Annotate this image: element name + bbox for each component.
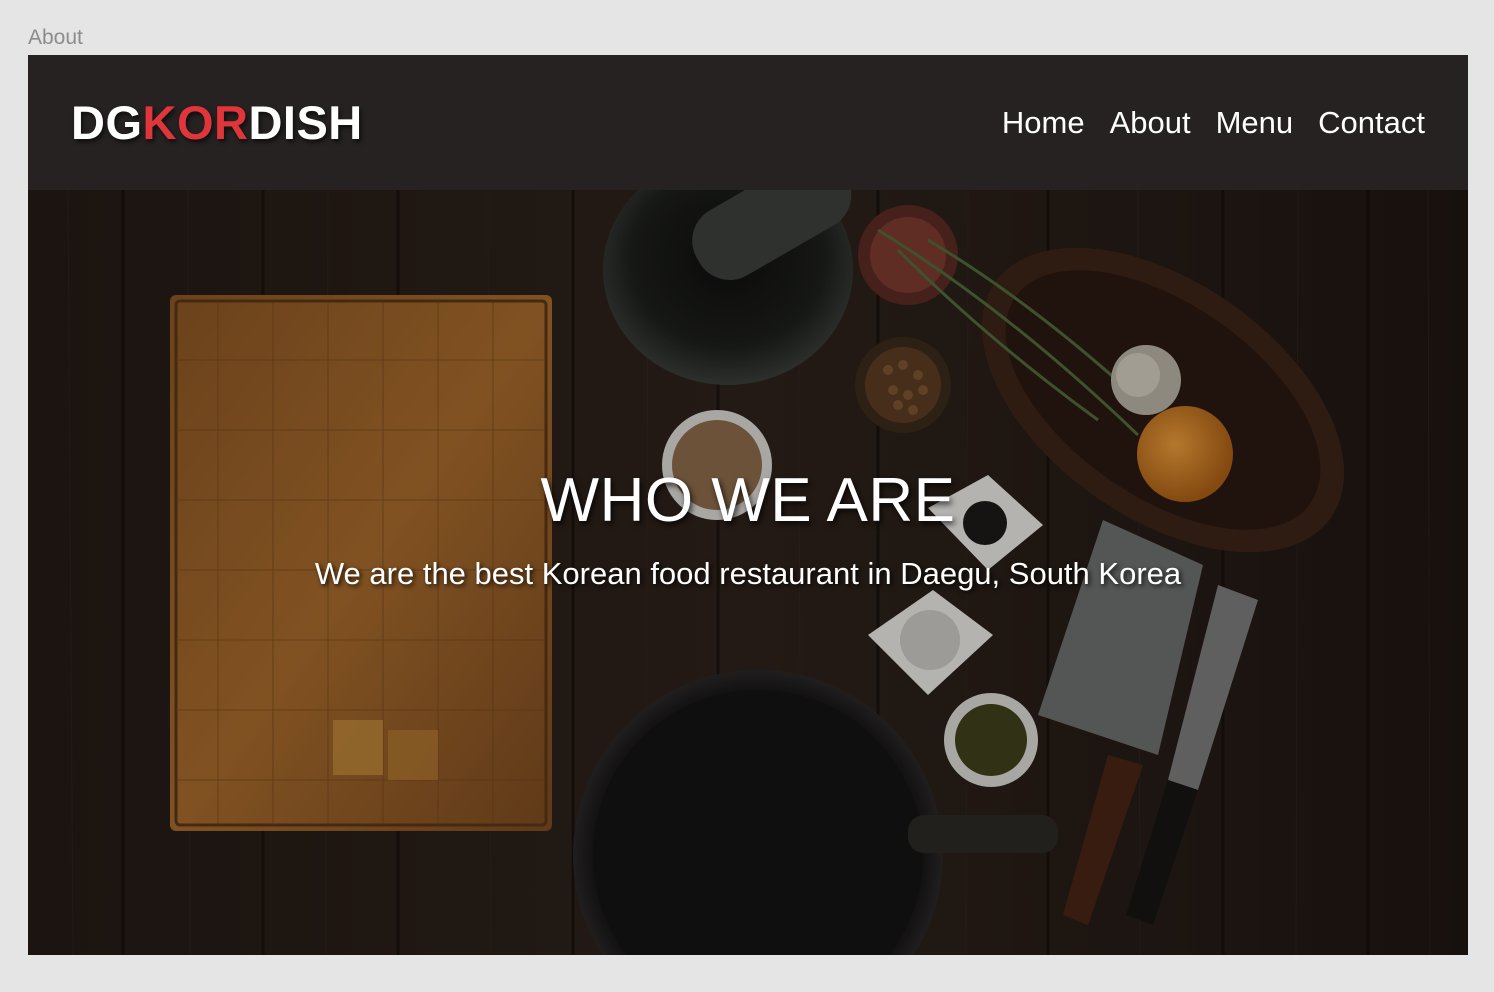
nav-menu-link[interactable]: Menu bbox=[1216, 105, 1294, 141]
hero-section: WHO WE ARE We are the best Korean food r… bbox=[28, 190, 1468, 955]
logo[interactable]: DGKORDISH bbox=[71, 95, 363, 150]
navbar: DGKORDISH Home About Menu Contact bbox=[28, 55, 1468, 190]
frame-label: About bbox=[28, 26, 83, 49]
nav-about-link[interactable]: About bbox=[1110, 105, 1191, 141]
page-frame: DGKORDISH Home About Menu Contact WHO WE… bbox=[28, 55, 1468, 955]
nav-home-link[interactable]: Home bbox=[1002, 105, 1085, 141]
hero-title: WHO WE ARE bbox=[540, 466, 956, 535]
nav-contact-link[interactable]: Contact bbox=[1318, 105, 1425, 141]
nav-links: Home About Menu Contact bbox=[1002, 105, 1425, 141]
hero-subtitle: We are the best Korean food restaurant i… bbox=[314, 556, 1182, 591]
logo-part-dish: DISH bbox=[248, 96, 363, 149]
logo-part-kor: KOR bbox=[142, 96, 249, 149]
logo-part-dg: DG bbox=[71, 96, 143, 149]
